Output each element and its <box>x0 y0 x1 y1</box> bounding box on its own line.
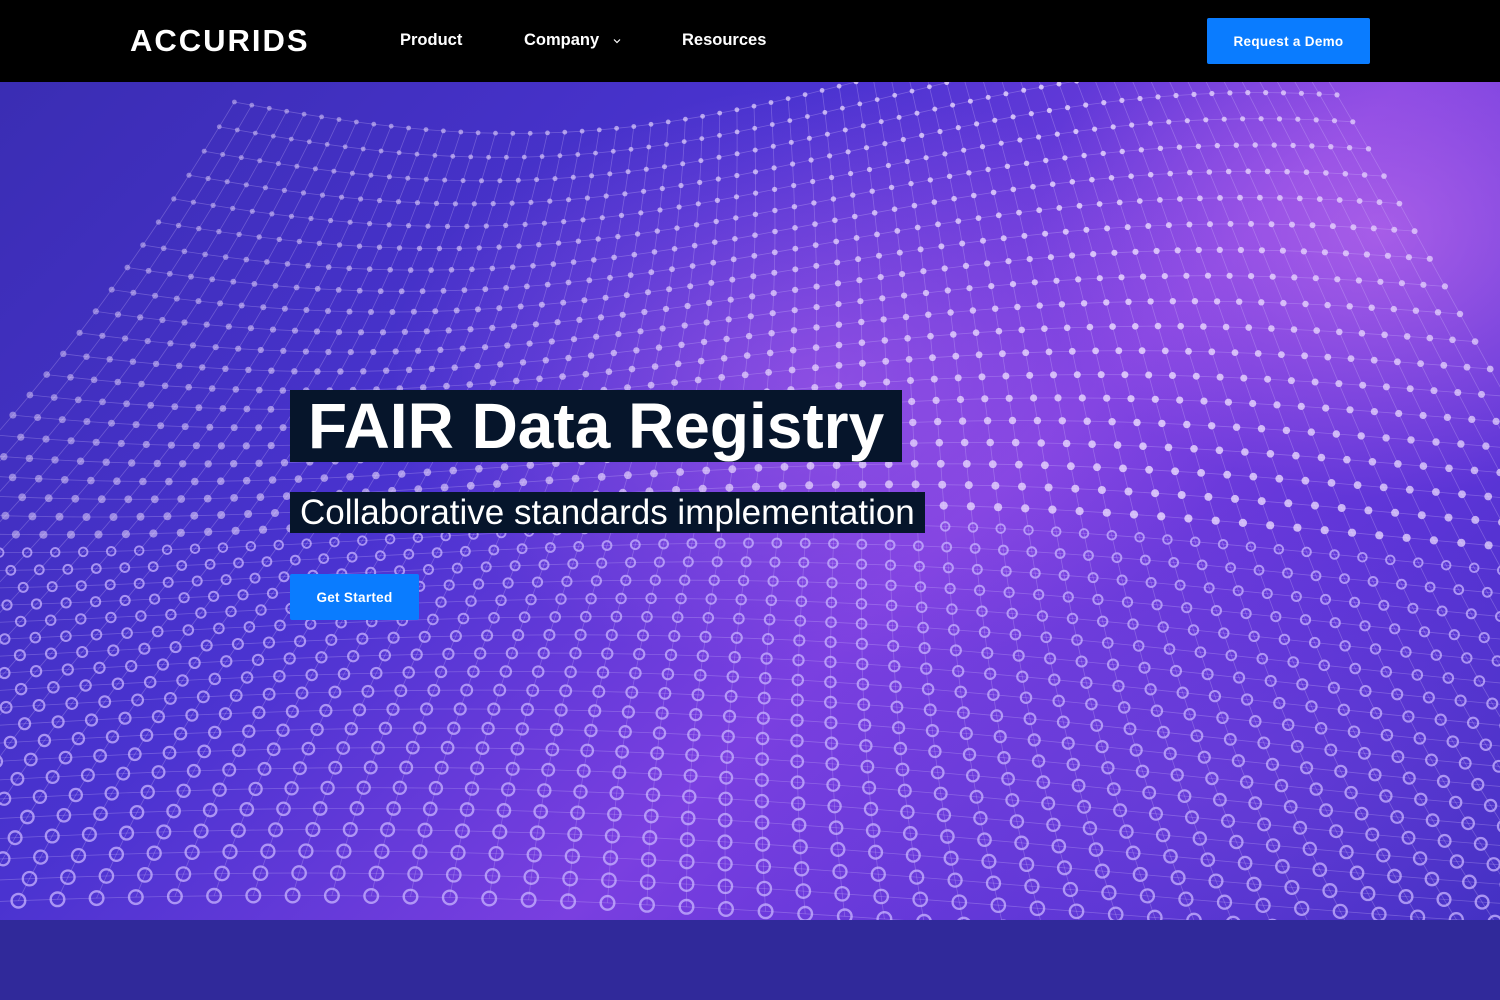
next-section-band <box>0 920 1500 1000</box>
chevron-down-icon[interactable] <box>612 36 622 46</box>
nav-item-resources[interactable]: Resources <box>682 30 766 50</box>
nav-item-company[interactable]: Company <box>524 30 599 50</box>
get-started-button[interactable]: Get Started <box>290 574 419 620</box>
nav-item-product[interactable]: Product <box>400 30 462 50</box>
hero-subtitle: Collaborative standards implementation <box>290 492 925 533</box>
request-demo-button[interactable]: Request a Demo <box>1207 18 1370 64</box>
accurids-logo[interactable]: ACCURIDS <box>130 25 310 56</box>
top-nav: ACCURIDS Product Company Resources Reque… <box>0 0 1500 82</box>
hero-title: FAIR Data Registry <box>290 390 903 462</box>
hero-section: FAIR Data Registry Collaborative standar… <box>0 82 1500 920</box>
